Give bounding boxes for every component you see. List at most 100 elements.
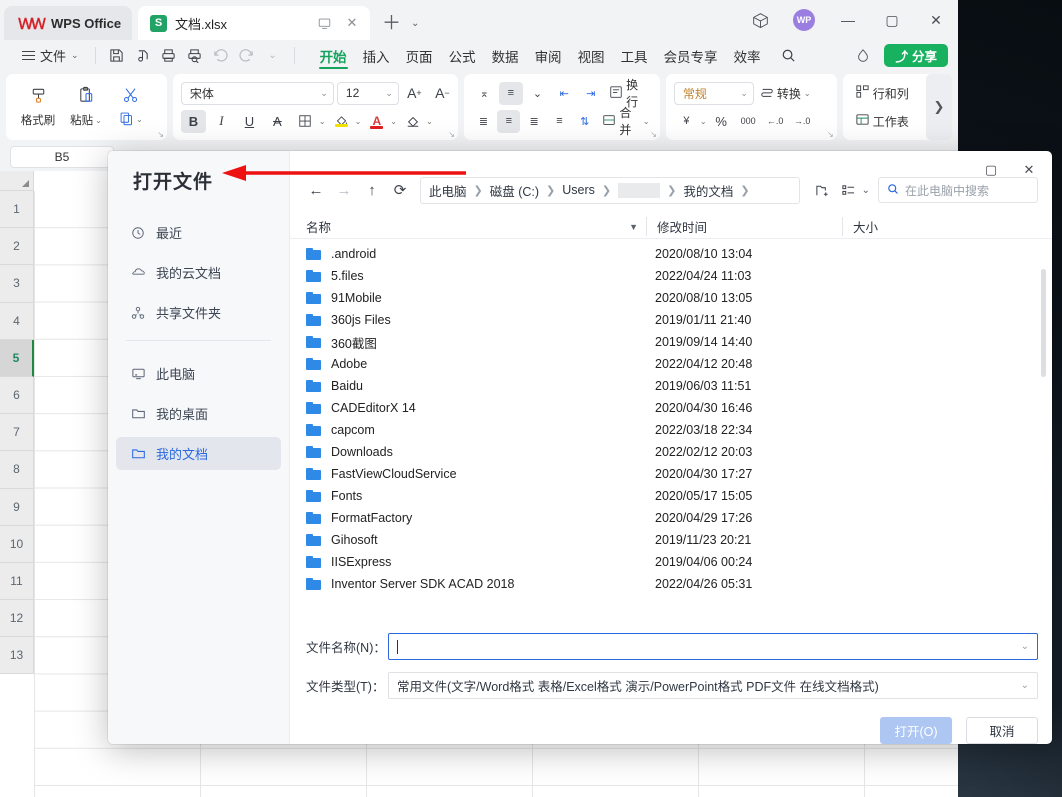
- breadcrumb-item-0[interactable]: 此电脑: [429, 181, 467, 200]
- comma-style-button[interactable]: 000: [736, 110, 761, 133]
- table-row[interactable]: CADEditorX 142020/04/30 16:46: [290, 397, 1052, 419]
- dialog-maximize-button[interactable]: ▢: [972, 155, 1010, 185]
- table-row[interactable]: Baidu2019/06/03 11:51: [290, 375, 1052, 397]
- tab-data[interactable]: 数据: [485, 40, 526, 71]
- underline-button[interactable]: U: [237, 110, 262, 133]
- name-box[interactable]: B5: [10, 146, 114, 168]
- save-cloud-icon[interactable]: [130, 43, 156, 69]
- row-header-7[interactable]: 7: [0, 414, 34, 451]
- cut-copy-stack[interactable]: ⌄: [110, 86, 152, 129]
- tab-tools[interactable]: 工具: [614, 40, 655, 71]
- open-button[interactable]: 打开(O): [880, 717, 952, 744]
- align-justify-button[interactable]: ≡: [548, 110, 571, 133]
- table-row[interactable]: Inventor Server SDK ACAD 20182022/04/26 …: [290, 573, 1052, 595]
- italic-button[interactable]: I: [209, 110, 234, 133]
- chevron-down-icon[interactable]: ⌄: [1021, 641, 1029, 652]
- tab-member[interactable]: 会员专享: [657, 40, 725, 71]
- breadcrumb-item-user-redacted[interactable]: [618, 183, 660, 198]
- up-button[interactable]: ↑: [358, 176, 386, 204]
- save-icon[interactable]: [104, 43, 130, 69]
- tab-view[interactable]: 视图: [571, 40, 612, 71]
- number-expander-icon[interactable]: ↘: [827, 130, 834, 139]
- new-tab-icon[interactable]: ＋: [382, 14, 401, 33]
- redo-icon[interactable]: [234, 43, 260, 69]
- forward-button[interactable]: →: [330, 176, 358, 204]
- table-row[interactable]: Downloads2022/02/12 20:03: [290, 441, 1052, 463]
- align-center-button[interactable]: ≡: [497, 110, 520, 133]
- increase-indent-button[interactable]: ⇥: [579, 82, 604, 105]
- tab-page[interactable]: 页面: [399, 40, 440, 71]
- table-row[interactable]: FastViewCloudService2020/04/30 17:27: [290, 463, 1052, 485]
- font-color-button[interactable]: A ⌄: [364, 110, 397, 133]
- cancel-button[interactable]: 取消: [966, 717, 1038, 744]
- row-header-13[interactable]: 13: [0, 637, 34, 674]
- table-row[interactable]: IISExpress2019/04/06 00:24: [290, 551, 1052, 573]
- bold-button[interactable]: B: [181, 110, 206, 133]
- column-header-name[interactable]: 名称 ▼: [306, 217, 646, 236]
- scrollbar-thumb[interactable]: [1041, 269, 1046, 377]
- clipboard-expander-icon[interactable]: ↘: [157, 130, 164, 139]
- table-row[interactable]: 91Mobile2020/08/10 13:05: [290, 287, 1052, 309]
- row-header-1[interactable]: 1: [0, 191, 34, 228]
- print-preview-icon[interactable]: [182, 43, 208, 69]
- wps-home-tab[interactable]: ＷＷ WPS Office: [4, 6, 132, 40]
- font-family-select[interactable]: 宋体 ⌄: [181, 82, 334, 105]
- row-header-5[interactable]: 5: [0, 340, 34, 377]
- close-tab-icon[interactable]: ✕: [342, 13, 362, 33]
- increase-decimal-button[interactable]: ←.0: [763, 110, 788, 133]
- dialog-close-button[interactable]: ✕: [1010, 155, 1048, 185]
- table-row[interactable]: 360js Files2019/01/11 21:40: [290, 309, 1052, 331]
- align-left-button[interactable]: ≣: [472, 110, 495, 133]
- merge-cells-button[interactable]: 合并 ⌄: [598, 110, 653, 133]
- column-header-modified[interactable]: 修改时间: [646, 217, 842, 236]
- ribbon-expand-button[interactable]: ❯: [926, 74, 952, 140]
- align-middle-button[interactable]: ≡: [499, 82, 524, 105]
- currency-button[interactable]: ¥ ⌄: [674, 110, 707, 133]
- table-row[interactable]: Adobe2022/04/12 20:48: [290, 353, 1052, 375]
- user-avatar[interactable]: WP: [782, 0, 826, 40]
- wrap-text-button[interactable]: 换行: [605, 82, 653, 105]
- row-header-3[interactable]: 3: [0, 265, 34, 302]
- present-mode-icon[interactable]: [314, 13, 334, 33]
- column-header-size[interactable]: 大小: [842, 217, 942, 236]
- tab-efficiency[interactable]: 效率: [727, 40, 768, 71]
- new-folder-icon[interactable]: [810, 177, 836, 203]
- borders-button[interactable]: ⌄: [293, 110, 326, 133]
- cube-icon[interactable]: [738, 0, 782, 40]
- filename-input[interactable]: ⌄: [388, 633, 1038, 660]
- search-icon[interactable]: [776, 43, 802, 69]
- undo-icon[interactable]: [208, 43, 234, 69]
- table-row[interactable]: FormatFactory2020/04/29 17:26: [290, 507, 1052, 529]
- maximize-button[interactable]: ▢: [870, 0, 914, 40]
- minimize-button[interactable]: —: [826, 0, 870, 40]
- share-button[interactable]: ⤴ 分享: [884, 44, 948, 67]
- table-row[interactable]: 5.files2022/04/24 11:03: [290, 265, 1052, 287]
- alignment-expander-icon[interactable]: ↘: [650, 130, 657, 139]
- customize-quick-access-caret-icon[interactable]: ⌄: [260, 43, 286, 69]
- row-header-4[interactable]: 4: [0, 303, 34, 340]
- font-expander-icon[interactable]: ↘: [448, 130, 455, 139]
- fill-color-button[interactable]: ⌄: [329, 110, 362, 133]
- tab-insert[interactable]: 插入: [356, 40, 397, 71]
- tab-review[interactable]: 审阅: [528, 40, 569, 71]
- breadcrumb-item-2[interactable]: Users: [562, 183, 595, 197]
- rows-cols-button[interactable]: 行和列: [851, 82, 913, 105]
- sidebar-item-my-documents[interactable]: 我的文档: [116, 437, 281, 470]
- breadcrumb[interactable]: 此电脑 ❯ 磁盘 (C:) ❯ Users ❯ ❯ 我的文档 ❯: [420, 177, 800, 204]
- document-tab[interactable]: S 文档.xlsx ✕: [138, 6, 370, 40]
- clear-format-button[interactable]: ⌄: [400, 110, 433, 133]
- tab-formula[interactable]: 公式: [442, 40, 483, 71]
- sidebar-item-this-pc[interactable]: 此电脑: [116, 357, 281, 390]
- align-right-button[interactable]: ≣: [522, 110, 545, 133]
- worksheet-button[interactable]: 工作表: [851, 110, 913, 133]
- increase-font-size-button[interactable]: A+: [402, 82, 427, 105]
- filetype-select[interactable]: 常用文件(文字/Word格式 表格/Excel格式 演示/PowerPoint格…: [388, 672, 1038, 699]
- percent-button[interactable]: %: [709, 110, 734, 133]
- convert-button[interactable]: 转换 ⌄: [756, 82, 815, 105]
- view-options-icon[interactable]: [836, 177, 862, 203]
- sidebar-item-shared-folder[interactable]: 共享文件夹: [116, 296, 281, 329]
- row-header-11[interactable]: 11: [0, 563, 34, 600]
- row-header-8[interactable]: 8: [0, 451, 34, 488]
- font-size-select[interactable]: 12 ⌄: [337, 82, 399, 105]
- number-format-select[interactable]: 常规 ⌄: [674, 82, 754, 105]
